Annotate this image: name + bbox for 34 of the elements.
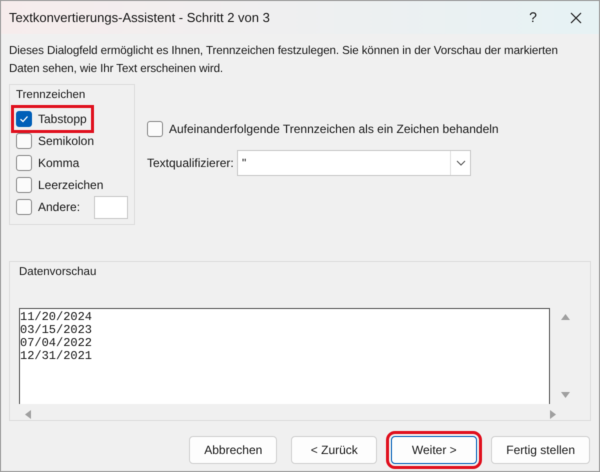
scroll-right-icon[interactable] <box>550 410 556 418</box>
group-title: Datenvorschau <box>19 265 98 280</box>
checkbox[interactable] <box>16 199 32 216</box>
qualifier-dropdown[interactable]: " <box>237 150 471 176</box>
checkbox-label: Semikolon <box>38 133 94 150</box>
dialog-button[interactable]: Abbrechen <box>189 436 278 464</box>
window-title: Textkonvertierungs-Assistent - Schritt 2 von 3 <box>9 8 271 27</box>
dialog-button[interactable]: Fertig stellen <box>491 436 590 464</box>
qualifier-label: Textqualifizierer: <box>147 155 235 172</box>
checkbox-label: Komma <box>38 155 80 172</box>
checkbox-label: Tabstopp <box>38 111 87 128</box>
dialog-button[interactable]: < Zurück <box>291 436 378 464</box>
preview-line: 11/20/2024 <box>20 310 92 324</box>
preview-line: 12/31/2021 <box>20 350 92 362</box>
checkbox-label: Leerzeichen <box>38 177 104 194</box>
checkbox[interactable] <box>147 121 163 137</box>
scroll-left-icon[interactable] <box>25 410 31 418</box>
checkbox[interactable] <box>16 133 32 150</box>
description-text: Dieses Dialogfeld ermöglicht es Ihnen, Trennzeichen festzulegen. Sie können in der Vorschau der markierten Daten sehen, wie Ihr Text erscheinen wird. <box>9 43 559 77</box>
checkbox[interactable] <box>16 111 32 128</box>
check-icon <box>19 114 29 124</box>
preview-line: 07/04/2022 <box>20 336 92 350</box>
scroll-down-icon[interactable] <box>560 392 570 398</box>
group-title: Trennzeichen <box>16 88 86 103</box>
checkbox[interactable] <box>16 155 32 172</box>
help-button[interactable]: ? <box>513 1 553 34</box>
other-field[interactable] <box>94 196 128 219</box>
chevron-down-icon <box>456 160 466 166</box>
checkbox[interactable] <box>16 177 32 194</box>
checkbox-label: Andere: <box>38 199 80 216</box>
scroll-up-icon[interactable] <box>560 314 570 320</box>
checkbox-label: Aufeinanderfolgende Trennzeichen als ein Zeichen behandeln <box>169 121 499 138</box>
preview-line: 03/15/2023 <box>20 324 92 336</box>
close-icon <box>570 12 582 24</box>
